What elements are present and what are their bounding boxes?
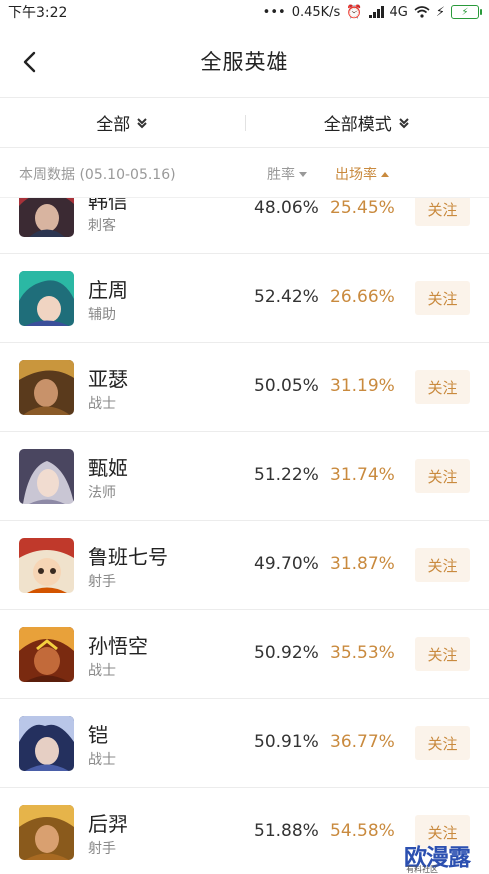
hero-win-rate: 50.05% xyxy=(254,376,319,396)
status-icons: ••• 0.45K/s ⏰ 4G ⚡ ⚡ xyxy=(262,4,482,20)
win-rate-label: 胜率 xyxy=(267,167,295,183)
follow-button[interactable]: 关注 xyxy=(415,459,470,493)
follow-button[interactable]: 关注 xyxy=(415,637,470,671)
hero-role: 战士 xyxy=(88,752,116,768)
hero-role: 战士 xyxy=(88,396,116,412)
hero-win-rate: 49.70% xyxy=(254,554,319,574)
hero-win-rate: 50.92% xyxy=(254,643,319,663)
hero-pick-rate: 36.77% xyxy=(330,732,395,752)
hero-pick-rate: 31.19% xyxy=(330,376,395,396)
hero-pick-rate: 25.45% xyxy=(330,198,395,218)
hero-pick-rate: 26.66% xyxy=(330,287,395,307)
hero-avatar xyxy=(19,716,74,771)
sort-down-icon xyxy=(299,171,307,177)
hero-row[interactable]: 亚瑟 战士 50.05% 31.19% 关注 xyxy=(0,343,489,432)
hero-role: 刺客 xyxy=(88,218,116,234)
hero-name: 鲁班七号 xyxy=(88,545,168,569)
hero-pick-rate: 31.74% xyxy=(330,465,395,485)
follow-button[interactable]: 关注 xyxy=(415,548,470,582)
hero-row[interactable]: 韩信 刺客 48.06% 25.45% 关注 xyxy=(0,198,489,254)
status-bar: 下午3:22 ••• 0.45K/s ⏰ 4G ⚡ ⚡ xyxy=(0,0,489,24)
sort-pick-rate[interactable]: 出场率 xyxy=(335,164,389,184)
filter-mode-dropdown[interactable]: 全部模式 xyxy=(244,98,489,147)
hero-role: 辅助 xyxy=(88,307,116,323)
sort-up-icon xyxy=(381,171,389,177)
page-header: 全服英雄 xyxy=(0,24,489,98)
more-dots-icon: ••• xyxy=(262,4,286,20)
watermark-subtitle: 有料社区 xyxy=(406,865,438,874)
watermark: 欧漫露 有料社区 xyxy=(404,838,489,874)
status-time: 下午3:22 xyxy=(8,5,68,21)
alarm-clock-icon: ⏰ xyxy=(346,4,363,20)
hero-row[interactable]: 庄周 辅助 52.42% 26.66% 关注 xyxy=(0,254,489,343)
double-chevron-down-icon xyxy=(399,117,409,128)
filter-all-label: 全部 xyxy=(96,115,131,135)
battery-icon: ⚡ xyxy=(451,5,482,19)
column-header: 本周数据 (05.10-05.16) 胜率 出场率 xyxy=(0,148,489,198)
hero-avatar xyxy=(19,538,74,593)
hero-avatar xyxy=(19,198,74,237)
hero-win-rate: 48.06% xyxy=(254,198,319,218)
hero-win-rate: 51.88% xyxy=(254,821,319,841)
hero-pick-rate: 31.87% xyxy=(330,554,395,574)
follow-button[interactable]: 关注 xyxy=(415,370,470,404)
follow-button[interactable]: 关注 xyxy=(415,726,470,760)
hero-role: 战士 xyxy=(88,663,116,679)
hero-row[interactable]: 甄姬 法师 51.22% 31.74% 关注 xyxy=(0,432,489,521)
hero-name: 孙悟空 xyxy=(88,634,148,658)
hero-win-rate: 52.42% xyxy=(254,287,319,307)
network-speed: 0.45K/s xyxy=(291,4,341,20)
hero-role: 法师 xyxy=(88,485,116,501)
filter-bar: 全部 全部模式 xyxy=(0,98,489,148)
hero-name: 铠 xyxy=(88,723,108,747)
sort-win-rate[interactable]: 胜率 xyxy=(267,164,307,184)
signal-icon xyxy=(368,6,384,18)
filter-mode-label: 全部模式 xyxy=(323,115,392,135)
follow-button[interactable]: 关注 xyxy=(415,281,470,315)
hero-pick-rate: 54.58% xyxy=(330,821,395,841)
hero-name: 韩信 xyxy=(88,198,128,213)
hero-avatar xyxy=(19,360,74,415)
hero-role: 射手 xyxy=(88,841,116,857)
page-title: 全服英雄 xyxy=(200,49,289,74)
filter-all-dropdown[interactable]: 全部 xyxy=(0,98,245,147)
hero-avatar xyxy=(19,627,74,682)
hero-name: 庄周 xyxy=(88,278,128,302)
hero-name: 后羿 xyxy=(88,812,128,836)
double-chevron-down-icon xyxy=(137,117,147,128)
hero-pick-rate: 35.53% xyxy=(330,643,395,663)
hero-row[interactable]: 孙悟空 战士 50.92% 35.53% 关注 xyxy=(0,610,489,699)
flash-icon: ⚡ xyxy=(435,4,445,20)
hero-win-rate: 51.22% xyxy=(254,465,319,485)
wifi-icon xyxy=(414,6,430,18)
hero-avatar xyxy=(19,449,74,504)
network-type: 4G xyxy=(389,4,408,20)
hero-row[interactable]: 铠 战士 50.91% 36.77% 关注 xyxy=(0,699,489,788)
hero-row[interactable]: 鲁班七号 射手 49.70% 31.87% 关注 xyxy=(0,521,489,610)
back-arrow-icon[interactable] xyxy=(18,50,42,74)
pick-rate-label: 出场率 xyxy=(335,167,377,183)
hero-avatar xyxy=(19,271,74,326)
hero-role: 射手 xyxy=(88,574,116,590)
hero-avatar xyxy=(19,805,74,860)
week-range-label: 本周数据 (05.10-05.16) xyxy=(19,167,176,183)
follow-button[interactable]: 关注 xyxy=(415,198,470,226)
hero-name: 亚瑟 xyxy=(88,367,128,391)
hero-win-rate: 50.91% xyxy=(254,732,319,752)
hero-list[interactable]: 韩信 刺客 48.06% 25.45% 关注 庄周 辅助 52.42% 26.6… xyxy=(0,198,489,874)
hero-name: 甄姬 xyxy=(88,456,128,480)
